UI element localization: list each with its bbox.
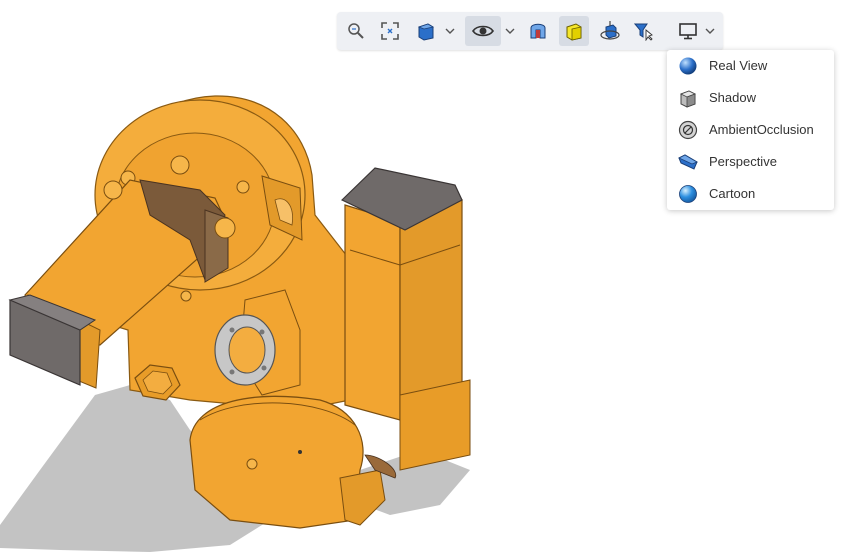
vertical-motor (340, 167, 471, 471)
display-mode-button[interactable] (673, 16, 703, 46)
menu-item-perspective[interactable]: Perspective (667, 146, 834, 178)
shaded-display-icon (566, 23, 582, 41)
cartoon-sphere-icon (679, 185, 697, 203)
visibility-dropdown[interactable] (503, 16, 517, 46)
fit-all-button[interactable] (375, 16, 405, 46)
selection-filter-button[interactable] (629, 16, 659, 46)
ambient-occlusion-icon (678, 120, 698, 140)
chevron-down-icon (445, 28, 455, 34)
fit-all-icon (381, 22, 399, 40)
view-cube-icon (417, 23, 435, 41)
rotate-center-button[interactable] (595, 16, 625, 46)
selection-filter-icon (634, 23, 653, 41)
menu-item-shadow[interactable]: Shadow (667, 82, 834, 114)
zoom-button[interactable] (341, 16, 371, 46)
section-view-icon (530, 23, 546, 39)
display-mode-dropdown[interactable] (703, 16, 717, 46)
view-cube-dropdown[interactable] (443, 16, 457, 46)
rotate-center-icon (600, 21, 620, 40)
render-mode-menu: Real View Shadow AmbientOcclusion Perspe… (667, 50, 834, 210)
visibility-button[interactable] (465, 16, 501, 46)
shaded-display-button[interactable] (559, 16, 589, 46)
menu-item-real-view[interactable]: Real View (667, 50, 834, 82)
menu-item-label: Real View (709, 58, 768, 73)
menu-item-label: Shadow (709, 90, 756, 105)
display-mode-monitor-icon (679, 23, 697, 40)
real-view-sphere-icon (679, 57, 697, 75)
section-view-button[interactable] (523, 16, 553, 46)
chevron-down-icon (505, 28, 515, 34)
perspective-prism-icon (678, 154, 698, 170)
base-dome (189, 395, 397, 529)
view-toolbar (337, 12, 723, 50)
shadow-cube-icon (680, 90, 696, 108)
view-cube-button[interactable] (411, 16, 441, 46)
menu-item-label: AmbientOcclusion (709, 122, 814, 137)
menu-item-label: Cartoon (709, 186, 756, 201)
zoom-icon (348, 23, 364, 39)
menu-item-cartoon[interactable]: Cartoon (667, 178, 834, 210)
menu-item-label: Perspective (709, 154, 777, 169)
menu-item-ambient-occlusion[interactable]: AmbientOcclusion (667, 114, 834, 146)
chevron-down-icon (705, 28, 715, 34)
visibility-eye-icon (472, 25, 494, 37)
